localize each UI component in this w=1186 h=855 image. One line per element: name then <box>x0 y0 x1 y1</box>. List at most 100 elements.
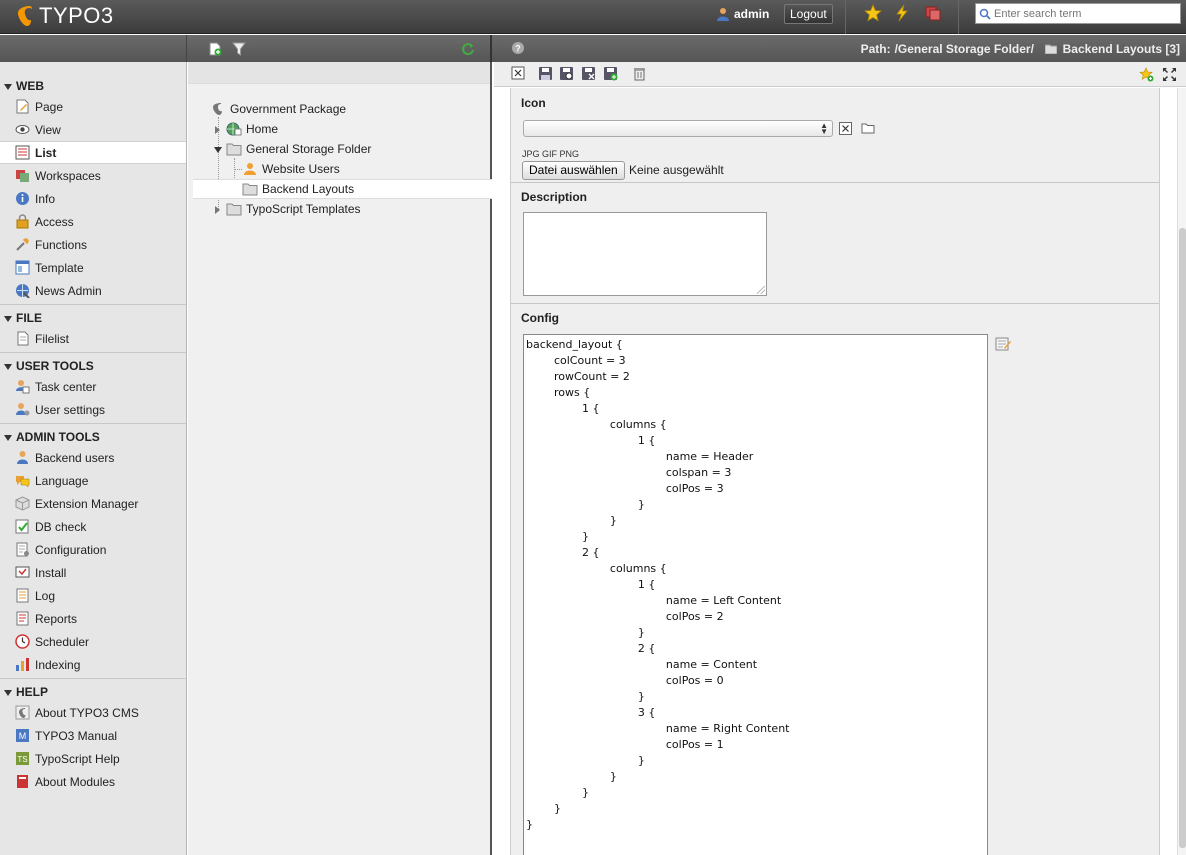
search-input[interactable] <box>994 7 1174 20</box>
language-icon <box>16 476 30 488</box>
menu-item-label: TypoScript Help <box>35 751 120 766</box>
menu-item-log[interactable]: Log <box>0 584 186 607</box>
description-textarea[interactable] <box>523 212 767 296</box>
close-icon[interactable] <box>511 66 526 81</box>
tree-expand-home[interactable] <box>215 126 220 134</box>
new-page-icon[interactable] <box>208 42 222 56</box>
menu-item-typoscript-help[interactable]: TS TypoScript Help <box>0 747 186 770</box>
menu-item-backend-users[interactable]: Backend users <box>0 446 186 469</box>
content-scrollbar[interactable] <box>1177 88 1186 855</box>
bookmark-star-icon[interactable] <box>864 4 882 22</box>
menu-item-functions[interactable]: Functions <box>0 233 186 256</box>
save-and-new-icon[interactable] <box>603 66 618 81</box>
menu-item-filelist[interactable]: Filelist <box>0 327 186 350</box>
svg-text:?: ? <box>515 44 521 54</box>
user-menu[interactable]: admin <box>716 7 769 21</box>
menu-group-title: FILE <box>16 311 42 325</box>
svg-text:TS: TS <box>17 755 27 764</box>
menu-item-label: Access <box>35 214 74 229</box>
menu-item-indexing[interactable]: Indexing <box>0 653 186 676</box>
menu-item-install[interactable]: Install <box>0 561 186 584</box>
collapse-triangle-icon <box>4 83 12 90</box>
menu-item-label: Scheduler <box>35 634 90 649</box>
menu-item-list[interactable]: List <box>0 141 186 164</box>
choose-file-button[interactable]: Datei auswählen <box>522 161 625 180</box>
typo3-logo[interactable]: TYPO3 <box>14 3 114 29</box>
menu-item-task-center[interactable]: Task center <box>0 375 186 398</box>
menu-item-scheduler[interactable]: Scheduler <box>0 630 186 653</box>
menu-item-user-settings[interactable]: User settings <box>0 398 186 421</box>
browse-folder-icon[interactable] <box>861 122 875 134</box>
menu-item-label: Configuration <box>35 542 107 557</box>
search-box[interactable] <box>975 3 1181 24</box>
tree-root-label: Government Package <box>230 102 347 116</box>
menu-group-header[interactable]: ADMIN TOOLS <box>0 429 186 446</box>
menu-item-workspaces[interactable]: Workspaces <box>0 164 186 187</box>
tree-expand-typoscript[interactable] <box>215 206 220 214</box>
resize-handle[interactable] <box>757 286 765 294</box>
menu-item-label: Functions <box>35 237 88 252</box>
layout-wizard-icon[interactable] <box>995 336 1011 352</box>
path-current: Backend Layouts [3] <box>1062 42 1180 56</box>
tree-collapse-storage[interactable] <box>214 147 222 153</box>
refresh-icon[interactable] <box>461 42 475 56</box>
config-textarea[interactable]: backend_layout { colCount = 3 rowCount =… <box>523 334 988 855</box>
help-icon[interactable]: ? <box>511 41 525 55</box>
menu-group-header[interactable]: WEB <box>0 78 186 95</box>
menu-item-page[interactable]: Page <box>0 95 186 118</box>
users-folder-icon <box>244 163 256 175</box>
save-and-view-icon[interactable] <box>559 66 574 81</box>
menu-item-extension-manager[interactable]: Extension Manager <box>0 492 186 515</box>
menu-item-label: Indexing <box>35 657 81 672</box>
config-code[interactable]: backend_layout { colCount = 3 rowCount =… <box>524 335 987 835</box>
tree-node-typoscript-templates[interactable]: TypoScript Templates <box>226 199 361 219</box>
tree-node-backend-layouts[interactable]: Backend Layouts <box>193 179 492 199</box>
menu-item-label: Template <box>35 260 84 275</box>
clear-cache-lightning-icon[interactable] <box>893 4 911 22</box>
workspace-icon[interactable] <box>924 4 942 22</box>
logout-button[interactable]: Logout <box>784 4 833 24</box>
menu-item-reports[interactable]: Reports <box>0 607 186 630</box>
search-icon <box>979 8 991 20</box>
filter-icon[interactable] <box>232 42 246 56</box>
fullscreen-icon[interactable] <box>1162 67 1177 82</box>
menu-group-header[interactable]: USER TOOLS <box>0 358 186 375</box>
page-tree: Government Package Home General Storage … <box>188 62 492 855</box>
tree-node-home[interactable]: Home <box>226 119 278 139</box>
icon-select[interactable]: ▲ ▼ <box>523 120 833 137</box>
menu-item-language[interactable]: Language <box>0 469 186 492</box>
tree-node-label: Backend Layouts <box>262 182 355 196</box>
menu-item-template[interactable]: Template <box>0 256 186 279</box>
folder-icon <box>1044 44 1058 55</box>
menu-item-db-check[interactable]: DB check <box>0 515 186 538</box>
pagetree-topbar <box>188 62 490 84</box>
menu-item-view[interactable]: View <box>0 118 186 141</box>
tree-node-website-users[interactable]: Website Users <box>242 159 340 179</box>
tree-root[interactable]: Government Package <box>210 99 346 119</box>
extension-manager-icon <box>15 496 30 511</box>
menu-item-about-modules[interactable]: About Modules <box>0 770 186 793</box>
collapse-triangle-icon <box>4 363 12 370</box>
menu-item-label: TYPO3 Manual <box>35 728 118 743</box>
user-settings-icon <box>16 403 30 416</box>
menu-item-label: Extension Manager <box>35 496 139 511</box>
menu-group-header[interactable]: FILE <box>0 310 186 327</box>
menu-item-typo3-manual[interactable]: M TYPO3 Manual <box>0 724 186 747</box>
save-icon[interactable] <box>538 66 553 81</box>
field-description-section: Description <box>511 183 1159 304</box>
template-icon <box>15 260 30 275</box>
scrollbar-thumb[interactable] <box>1179 228 1186 848</box>
menu-item-configuration[interactable]: Configuration <box>0 538 186 561</box>
menu-group-title: HELP <box>16 685 49 699</box>
menu-group-header[interactable]: HELP <box>0 684 186 701</box>
menu-item-about-typo3-cms[interactable]: About TYPO3 CMS <box>0 701 186 724</box>
menu-item-news-admin[interactable]: News Admin <box>0 279 186 302</box>
clear-file-button[interactable] <box>839 122 852 135</box>
menu-item-label: Log <box>35 588 56 603</box>
add-shortcut-star-icon[interactable] <box>1139 67 1154 82</box>
menu-item-access[interactable]: Access <box>0 210 186 233</box>
save-and-close-icon[interactable] <box>581 66 596 81</box>
delete-trash-icon[interactable] <box>632 66 647 81</box>
tree-node-general-storage-folder[interactable]: General Storage Folder <box>226 139 371 159</box>
menu-item-info[interactable]: Info <box>0 187 186 210</box>
